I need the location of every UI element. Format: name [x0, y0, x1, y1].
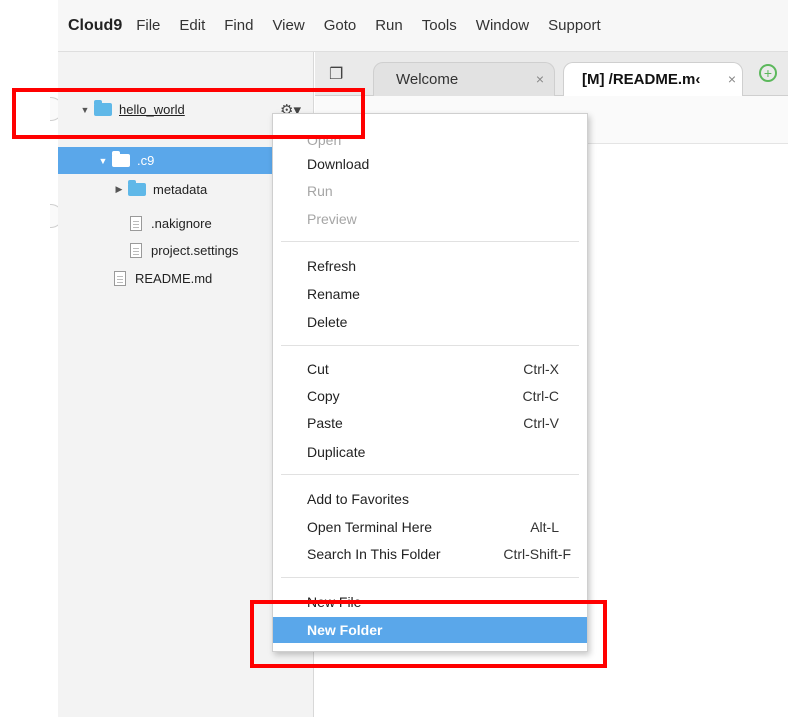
- tree-row-c9[interactable]: ▼ .c9: [58, 147, 298, 174]
- close-icon[interactable]: ×: [728, 71, 736, 87]
- menu-separator: [281, 345, 579, 346]
- menu-view[interactable]: View: [272, 17, 304, 34]
- settings-file-icon: [130, 243, 142, 258]
- tab-label: Welcome: [396, 71, 459, 88]
- menu-item-rename[interactable]: Rename: [273, 281, 587, 307]
- menu-item-label: Download: [307, 156, 370, 172]
- left-gutter: [0, 52, 63, 717]
- menu-separator: [281, 577, 579, 578]
- folder-icon: [112, 151, 130, 167]
- menu-item-preview[interactable]: Preview: [273, 206, 587, 232]
- tree-row-readme[interactable]: README.md: [58, 265, 272, 292]
- close-icon[interactable]: ×: [536, 71, 544, 87]
- context-menu: Open Download Run Preview Refresh Rename…: [272, 113, 588, 652]
- file-icon: [130, 216, 142, 231]
- menu-item-label: Copy: [307, 388, 340, 404]
- tree-item-label: README.md: [135, 271, 213, 286]
- expand-caret-icon[interactable]: ▶: [114, 184, 124, 195]
- editor-tab-bar: ❐ Welcome × [M] /README.m‹ × +: [315, 52, 788, 96]
- tree-item-label: project.settings: [151, 243, 239, 258]
- menu-goto[interactable]: Goto: [324, 17, 357, 34]
- tree-item-label: .c9: [137, 153, 155, 168]
- menu-item-cut[interactable]: Cut Ctrl-X: [273, 356, 587, 382]
- menu-run[interactable]: Run: [375, 17, 403, 34]
- tree-row-nakignore[interactable]: .nakignore: [58, 210, 272, 237]
- menu-tools[interactable]: Tools: [422, 17, 457, 34]
- tree-row-metadata[interactable]: ▶ metadata: [58, 176, 272, 203]
- add-tab-icon[interactable]: +: [759, 64, 777, 82]
- menu-separator: [281, 474, 579, 475]
- menu-item-label: Refresh: [307, 258, 357, 274]
- menu-item-paste[interactable]: Paste Ctrl-V: [273, 410, 587, 436]
- menu-item-label: Run: [307, 183, 333, 199]
- menu-find[interactable]: Find: [224, 17, 253, 34]
- menu-item-download[interactable]: Download: [273, 151, 587, 177]
- menu-window[interactable]: Window: [476, 17, 529, 34]
- shortcut-label: Ctrl-Shift-F: [503, 546, 571, 562]
- cloud9-menu[interactable]: Cloud9: [68, 17, 122, 35]
- shortcut-label: Ctrl-C: [522, 388, 559, 404]
- tree-row-project-settings[interactable]: project.settings: [58, 237, 272, 264]
- highlight-box-new-folder: [250, 600, 607, 668]
- file-icon: [114, 271, 126, 286]
- menu-item-run[interactable]: Run: [273, 178, 587, 204]
- tree-item-label: metadata: [153, 182, 208, 197]
- menu-item-label: Delete: [307, 314, 348, 330]
- shortcut-label: Ctrl-X: [523, 361, 559, 377]
- expand-caret-icon[interactable]: ▼: [98, 156, 108, 166]
- menu-item-delete[interactable]: Delete: [273, 309, 587, 335]
- menu-item-add-favorites[interactable]: Add to Favorites: [273, 486, 587, 512]
- tab-label: [M] /README.m‹: [582, 71, 701, 88]
- menu-item-label: Search In This Folder: [307, 546, 441, 562]
- tab-readme[interactable]: [M] /README.m‹ ×: [563, 62, 743, 96]
- folder-icon: [128, 180, 146, 196]
- shortcut-label: Ctrl-V: [523, 415, 559, 431]
- menu-item-label: Add to Favorites: [307, 491, 409, 507]
- menu-edit[interactable]: Edit: [179, 17, 205, 34]
- menu-item-search-folder[interactable]: Search In This Folder Ctrl-Shift-F: [273, 541, 587, 567]
- menu-item-duplicate[interactable]: Duplicate: [273, 439, 587, 465]
- menu-support[interactable]: Support: [548, 17, 601, 34]
- menu-item-label: Paste: [307, 415, 343, 431]
- tree-item-label: .nakignore: [151, 216, 212, 231]
- menu-item-label: Rename: [307, 286, 360, 302]
- menu-item-label: Duplicate: [307, 444, 366, 460]
- menu-item-open-terminal[interactable]: Open Terminal Here Alt-L: [273, 514, 587, 540]
- menu-item-label: Cut: [307, 361, 329, 377]
- menu-item-copy[interactable]: Copy Ctrl-C: [273, 383, 587, 409]
- menu-item-label: Preview: [307, 211, 357, 227]
- tab-welcome[interactable]: Welcome ×: [373, 62, 555, 96]
- menu-bar: Cloud9 File Edit Find View Goto Run Tool…: [58, 0, 788, 52]
- menu-item-refresh[interactable]: Refresh: [273, 253, 587, 279]
- menu-file[interactable]: File: [136, 17, 160, 34]
- menu-item-label: Open Terminal Here: [307, 519, 433, 535]
- panel-toggle-icon[interactable]: ❐: [329, 64, 343, 84]
- shortcut-label: Alt-L: [530, 519, 559, 535]
- menu-separator: [281, 241, 579, 242]
- highlight-box-c9-folder: [12, 88, 365, 139]
